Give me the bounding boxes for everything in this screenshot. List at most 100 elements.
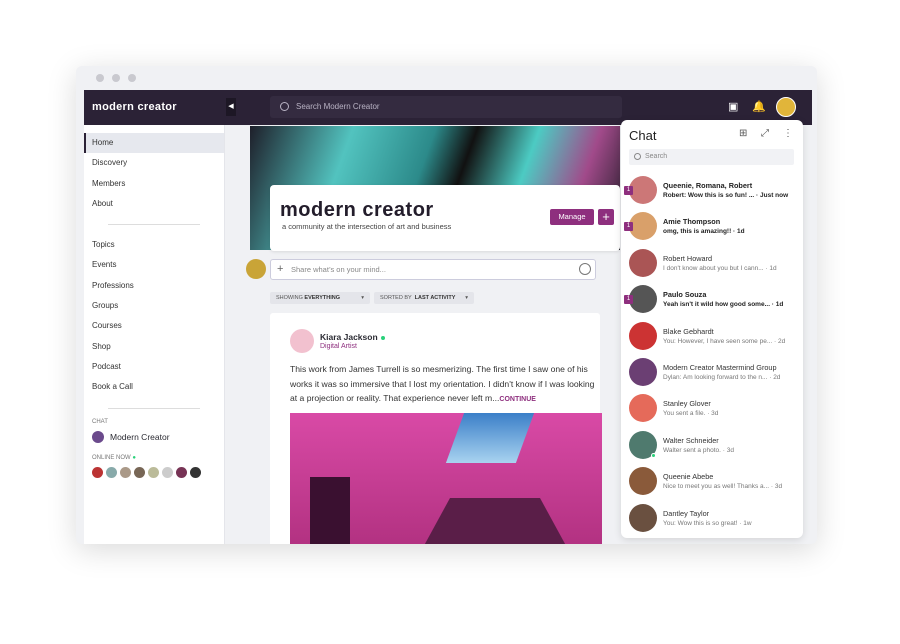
chat-search-input[interactable]: Search [629,149,794,165]
chat-list: 1 Queenie, Romana, Robert Robert: Wow th… [621,173,803,537]
search-icon [634,153,641,160]
new-chat-icon[interactable]: ⊞ [739,128,747,139]
logo[interactable]: modern creator [92,101,177,113]
window-dot[interactable] [128,74,136,82]
chat-preview: You: Wow this is so great! · 1w [663,519,752,527]
chat-name: Paulo Souza [663,290,707,300]
chat-avatar [629,503,657,532]
sidebar-item-courses[interactable]: Courses [84,316,224,336]
chat-list-item[interactable]: Blake Gebhardt You: However, I have seen… [621,319,803,355]
sidebar-item-home[interactable]: Home [84,133,224,154]
post-text: This work from James Turrell is so mesme… [290,364,595,403]
unread-badge: 1 [624,295,633,305]
chat-list-item[interactable]: Queenie Abebe Nice to meet you as well! … [621,464,803,500]
search-input[interactable]: Search Modern Creator [270,96,622,118]
sidebar-chat-modern-creator[interactable]: Modern Creator [84,425,224,449]
more-icon[interactable]: ⋮ [783,128,793,139]
window-dot[interactable] [112,74,120,82]
manage-button[interactable]: Manage [550,209,594,225]
page-subtitle: a community at the intersection of art a… [282,222,452,231]
chat-preview: Nice to meet you as well! Thanks a... · … [663,483,783,491]
chat-preview: Yeah isn't it wild how good some... · 1d [663,301,784,309]
chat-avatar [629,357,657,386]
chat-list-item[interactable]: 1 Paulo Souza Yeah isn't it wild how goo… [621,282,803,318]
showing-filter[interactable]: SHOWING EVERYTHING ▾ [270,292,370,304]
window-controls [96,74,136,82]
online-member-avatar[interactable] [162,466,173,478]
online-member-avatar[interactable] [176,466,187,478]
group-avatar [92,430,104,443]
chat-icon[interactable]: ▣ [728,101,740,113]
chat-avatar [629,467,657,496]
plus-icon: + [277,263,284,275]
author-role: Digital Artist [320,343,357,350]
chat-title: Chat [629,128,657,143]
chat-avatar [629,176,657,204]
search-placeholder: Search Modern Creator [296,102,380,111]
post-card: Kiara Jackson Digital Artist This work f… [270,313,602,544]
chat-avatar [629,394,657,423]
unread-badge: 1 [624,186,633,195]
chat-preview: You: However, I have seen some pe... · 2… [663,337,786,345]
chat-list-item[interactable]: 1 Queenie, Romana, Robert Robert: Wow th… [621,173,803,209]
user-avatar[interactable] [776,97,796,117]
collapse-sidebar-button[interactable]: ◀ [226,98,236,116]
chat-name: Stanley Glover [663,399,711,409]
online-member-avatar[interactable] [106,466,117,478]
sort-filter[interactable]: SORTED BY LAST ACTIVITY ▾ [374,292,474,304]
sidebar-item-events[interactable]: Events [84,255,224,275]
chat-name: Modern Creator Mastermind Group [663,362,777,372]
sidebar-item-members[interactable]: Members [84,174,224,194]
author-avatar[interactable] [290,329,314,353]
sidebar-item-about[interactable]: About [84,194,224,214]
online-member-avatar[interactable] [92,466,103,478]
add-button[interactable]: + [598,209,614,225]
online-member-avatar[interactable] [190,466,201,478]
expand-icon[interactable]: ⤢ [761,128,769,139]
chat-list-item[interactable]: Stanley Glover You sent a file. · 3d [621,391,803,427]
sidebar-item-podcast[interactable]: Podcast [84,357,224,377]
online-member-avatar[interactable] [148,466,159,478]
chat-avatar [629,248,657,277]
online-indicator-icon [651,452,656,458]
chat-preview: Dylan: Am looking forward to the n... · … [663,373,781,381]
online-member-avatar[interactable] [120,466,131,478]
post-image[interactable] [290,413,602,544]
sidebar-item-groups[interactable]: Groups [84,296,224,316]
continue-link[interactable]: CONTINUE [499,396,536,403]
chat-preview: Robert: Wow this is so fun! ... · Just n… [663,192,789,199]
online-indicator-icon [380,335,385,340]
composer-avatar [246,259,266,279]
sidebar-item-discovery[interactable]: Discovery [84,153,224,173]
online-members [84,461,224,484]
chat-list-item[interactable]: 1 Amie Thompson omg, this is amazing!! ·… [621,209,803,245]
emoji-icon[interactable] [579,263,591,275]
chat-name: Amie Thompson [663,217,721,227]
page-title: modern creator [280,199,434,221]
online-member-avatar[interactable] [134,466,145,478]
chat-list-item[interactable]: Dantley Taylor You: Wow this is so great… [621,501,803,537]
divider [108,407,200,409]
community-header: modern creator a community at the inters… [270,185,620,251]
sidebar-item-topics[interactable]: Topics [84,235,224,255]
chat-list-item[interactable]: Walter Schneider Walter sent a photo. · … [621,428,803,464]
author-name[interactable]: Kiara Jackson [320,332,385,342]
main-content: modern creator a community at the inters… [226,125,621,544]
window-dot[interactable] [96,74,104,82]
chat-avatar [629,321,657,350]
sidebar-item-book-a-call[interactable]: Book a Call [84,377,224,397]
chat-name: Walter Schneider [663,435,719,445]
app-window: modern creator ◀ Search Modern Creator ▣… [76,66,817,544]
sidebar-item-shop[interactable]: Shop [84,337,224,357]
chat-list-item[interactable]: Modern Creator Mastermind Group Dylan: A… [621,355,803,391]
sidebar-item-professions[interactable]: Professions [84,276,224,296]
composer-placeholder: Share what’s on your mind... [291,265,386,274]
chat-preview: omg, this is amazing!! · 1d [663,228,745,236]
chat-avatar [629,212,657,241]
chat-panel: Chat ⊞ ⤢ ⋮ Search 1 Queenie, Romana, Rob… [621,120,803,538]
composer-input[interactable]: + Share what’s on your mind... [270,259,596,280]
bell-icon[interactable]: 🔔 [752,101,766,113]
search-icon [280,102,289,111]
chat-list-item[interactable]: Robert Howard I don't know about you but… [621,246,803,282]
chat-name: Queenie, Romana, Robert [663,181,753,190]
